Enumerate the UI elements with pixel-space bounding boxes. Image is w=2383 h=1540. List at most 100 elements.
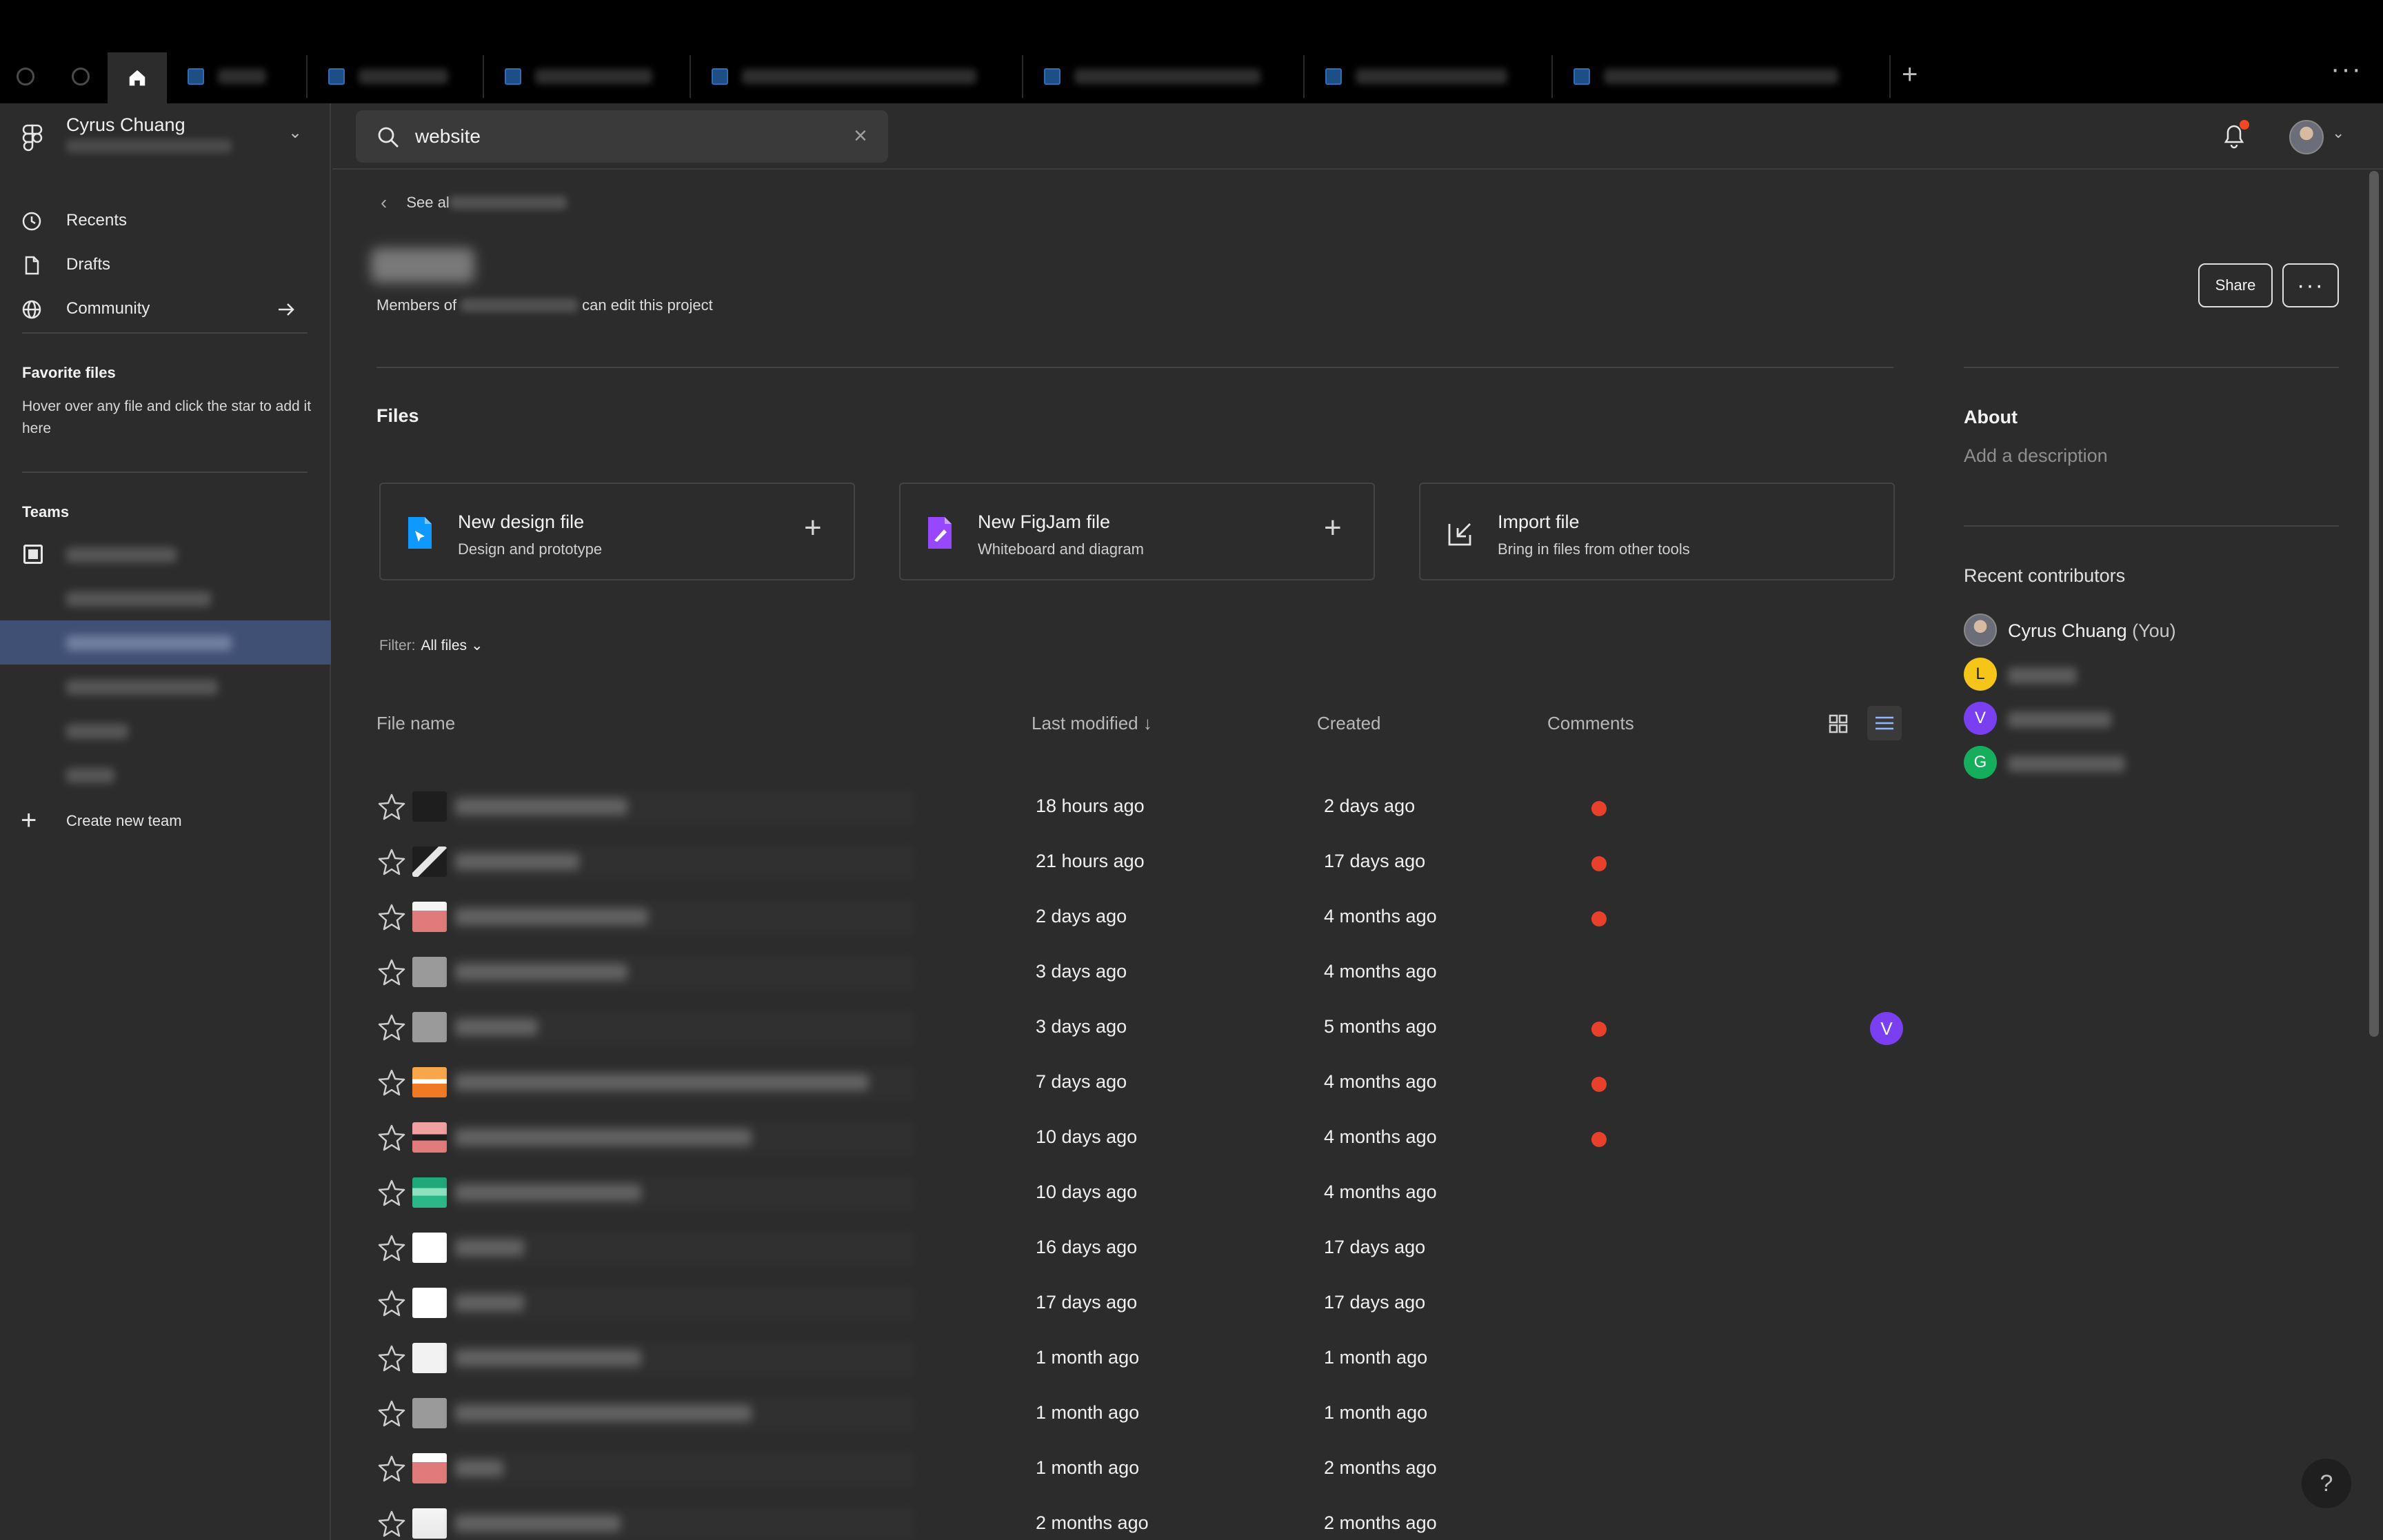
table-row[interactable]: 2 months ago 2 months ago	[376, 1496, 1904, 1540]
table-row[interactable]: 18 hours ago 2 days ago	[376, 779, 1904, 834]
file-thumbnail[interactable]	[412, 1177, 447, 1208]
column-header-last-modified[interactable]: Last modified ↓	[1032, 713, 1152, 734]
file-name[interactable]	[455, 1350, 641, 1366]
file-thumbnail[interactable]	[412, 847, 447, 877]
file-thumbnail[interactable]	[412, 1122, 447, 1153]
breadcrumb[interactable]: ‹ See al	[381, 192, 567, 214]
more-options-button[interactable]: ···	[2282, 263, 2339, 307]
table-row[interactable]: 1 month ago 1 month ago	[376, 1386, 1904, 1441]
tab-file-2[interactable]	[308, 55, 484, 98]
column-header-file-name[interactable]: File name	[376, 713, 455, 734]
file-name[interactable]	[455, 1074, 869, 1091]
notifications-button[interactable]	[2222, 120, 2249, 152]
tab-file-3[interactable]	[484, 55, 691, 98]
import-file-card[interactable]: Import file Bring in files from other to…	[1419, 483, 1895, 580]
search-input[interactable]	[415, 123, 829, 150]
tab-overflow-menu[interactable]: ···	[2331, 54, 2362, 85]
file-name[interactable]	[455, 1129, 752, 1146]
tab-file-1[interactable]	[167, 55, 308, 98]
file-name[interactable]	[455, 1405, 752, 1421]
team-project-item[interactable]	[0, 576, 331, 620]
team-project-item[interactable]	[0, 665, 331, 709]
file-name[interactable]	[455, 1460, 503, 1477]
star-icon[interactable]	[376, 1508, 407, 1539]
file-name[interactable]	[455, 798, 627, 815]
avatar[interactable]	[2289, 120, 2324, 154]
table-row[interactable]: 2 days ago 4 months ago	[376, 889, 1904, 944]
new-figjam-file-card[interactable]: New FigJam file Whiteboard and diagram +	[899, 483, 1375, 580]
file-thumbnail[interactable]	[412, 1398, 447, 1428]
star-icon[interactable]	[376, 1012, 407, 1042]
file-thumbnail[interactable]	[412, 902, 447, 932]
help-button[interactable]: ?	[2302, 1459, 2351, 1508]
new-tab-button[interactable]: +	[1902, 59, 1918, 90]
new-design-file-card[interactable]: New design file Design and prototype +	[379, 483, 855, 580]
filter-dropdown[interactable]: Filter: All files ⌄	[379, 637, 483, 654]
file-thumbnail[interactable]	[412, 1012, 447, 1042]
file-name[interactable]	[455, 1184, 641, 1201]
file-name[interactable]	[455, 1239, 524, 1256]
table-row[interactable]: 3 days ago 5 months ago V	[376, 1000, 1904, 1055]
contributor-item[interactable]: L	[1964, 655, 2339, 693]
team-project-item-active[interactable]	[0, 620, 331, 665]
list-view-button[interactable]	[1867, 706, 1902, 740]
file-thumbnail[interactable]	[412, 1508, 447, 1539]
file-name[interactable]	[455, 1515, 621, 1532]
table-row[interactable]: 3 days ago 4 months ago	[376, 944, 1904, 1000]
file-thumbnail[interactable]	[412, 957, 447, 987]
account-switcher[interactable]: Cyrus Chuang ⌄	[0, 103, 331, 168]
scrollbar[interactable]	[2369, 171, 2379, 1037]
star-icon[interactable]	[376, 1288, 407, 1318]
table-row[interactable]: 7 days ago 4 months ago	[376, 1055, 1904, 1110]
sidebar-item-community[interactable]: Community	[0, 290, 331, 328]
star-icon[interactable]	[376, 1122, 407, 1153]
star-icon[interactable]	[376, 1398, 407, 1428]
column-header-created[interactable]: Created	[1317, 713, 1381, 734]
file-thumbnail[interactable]	[412, 1288, 447, 1318]
clear-search-icon[interactable]: ×	[854, 124, 867, 148]
tab-file-4[interactable]	[691, 55, 1023, 98]
table-row[interactable]: 17 days ago 17 days ago	[376, 1275, 1904, 1330]
star-icon[interactable]	[376, 847, 407, 877]
table-row[interactable]: 21 hours ago 17 days ago	[376, 834, 1904, 889]
contributor-item[interactable]: V	[1964, 699, 2339, 738]
star-icon[interactable]	[376, 1177, 407, 1208]
share-button[interactable]: Share	[2198, 263, 2273, 307]
add-description-field[interactable]: Add a description	[1964, 445, 2108, 467]
sidebar-item-drafts[interactable]: Drafts	[0, 245, 331, 284]
window-control-minimize[interactable]	[72, 68, 90, 85]
sidebar-item-recents[interactable]: Recents	[0, 201, 331, 240]
create-new-team-button[interactable]: + Create new team	[0, 805, 331, 840]
column-header-comments[interactable]: Comments	[1547, 713, 1634, 734]
table-row[interactable]: 10 days ago 4 months ago	[376, 1165, 1904, 1220]
star-icon[interactable]	[376, 957, 407, 987]
table-row[interactable]: 16 days ago 17 days ago	[376, 1220, 1904, 1275]
star-icon[interactable]	[376, 1343, 407, 1373]
file-thumbnail[interactable]	[412, 791, 447, 822]
contributor-item[interactable]: G	[1964, 743, 2339, 782]
file-name[interactable]	[455, 909, 648, 925]
file-thumbnail[interactable]	[412, 1343, 447, 1373]
table-row[interactable]: 1 month ago 2 months ago	[376, 1441, 1904, 1496]
team-item[interactable]	[0, 532, 331, 576]
star-icon[interactable]	[376, 1233, 407, 1263]
file-thumbnail[interactable]	[412, 1233, 447, 1263]
star-icon[interactable]	[376, 1453, 407, 1483]
file-name[interactable]	[455, 964, 627, 980]
tab-file-5[interactable]	[1023, 55, 1305, 98]
tab-home[interactable]	[108, 52, 167, 103]
star-icon[interactable]	[376, 1067, 407, 1097]
file-thumbnail[interactable]	[412, 1453, 447, 1483]
team-project-item[interactable]	[0, 709, 331, 753]
file-name[interactable]	[455, 1019, 538, 1035]
table-row[interactable]: 10 days ago 4 months ago	[376, 1110, 1904, 1165]
file-name[interactable]	[455, 1295, 524, 1311]
tab-file-6[interactable]	[1305, 55, 1553, 98]
team-project-item[interactable]	[0, 753, 331, 797]
contributor-item[interactable]: Cyrus Chuang (You)	[1964, 611, 2339, 649]
tab-file-7[interactable]	[1553, 55, 1891, 98]
file-name[interactable]	[455, 853, 579, 870]
table-row[interactable]: 1 month ago 1 month ago	[376, 1330, 1904, 1386]
star-icon[interactable]	[376, 791, 407, 822]
star-icon[interactable]	[376, 902, 407, 932]
